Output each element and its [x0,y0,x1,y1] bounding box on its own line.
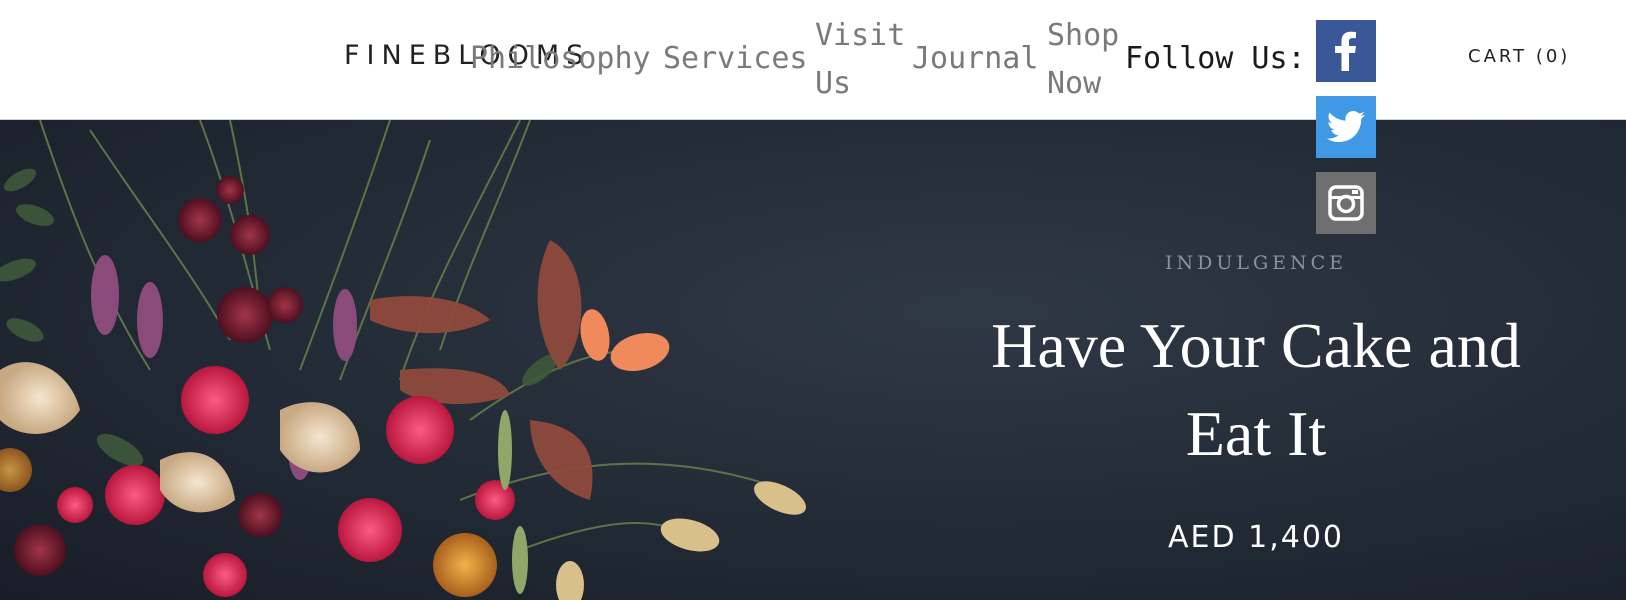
follow-us-label: Follow Us: [1125,41,1306,76]
twitter-button[interactable] [1316,96,1376,158]
product-title: Have Your Cake and Eat It [991,310,1521,469]
cart-count: (0) [1535,46,1571,67]
instagram-icon [1328,185,1364,221]
cart-label: CART [1468,46,1528,67]
nav-philosophy[interactable]: Philosophy [470,35,651,83]
nav-visit-us[interactable]: Visit Us [815,12,925,108]
hero-banner: INDULGENCE Have Your Cake and Eat It AED… [0,120,1626,600]
product-price: AED 1,400 [1168,520,1344,555]
product-category: INDULGENCE [1164,252,1348,274]
nav-journal[interactable]: Journal [912,35,1038,83]
twitter-icon [1327,111,1365,143]
site-header: FINEBLOOMS Philosophy Services Visit Us … [0,0,1626,120]
instagram-button[interactable] [1316,172,1376,234]
flower-bouquet-image [0,120,806,600]
nav-services[interactable]: Services [663,35,808,83]
facebook-icon [1335,31,1357,71]
cart-link[interactable]: CART (0) [1468,46,1570,67]
facebook-button[interactable] [1316,20,1376,82]
